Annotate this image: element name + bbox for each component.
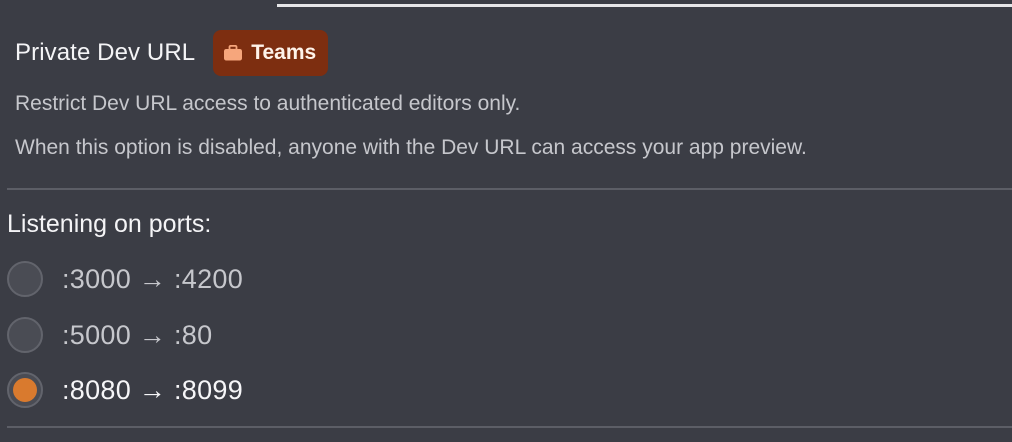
section-divider: [7, 188, 1012, 190]
private-dev-url-section: Private Dev URL Teams Restrict Dev URL a…: [15, 30, 1012, 158]
ports-heading: Listening on ports:: [7, 210, 212, 238]
teams-badge: Teams: [213, 30, 329, 76]
radio-selected-dot: [13, 378, 37, 402]
tab-strip: [0, 0, 1012, 7]
port-radio-button[interactable]: [7, 317, 43, 353]
section-divider-bottom: [7, 426, 1012, 428]
port-radio-button[interactable]: [7, 261, 43, 297]
port-mapping-label: :3000 → :4200: [62, 263, 244, 294]
port-option-5000[interactable]: :5000 → :80: [7, 315, 212, 355]
private-dev-url-note: When this option is disabled, anyone wit…: [15, 136, 807, 159]
private-dev-url-title: Private Dev URL: [15, 39, 196, 66]
private-dev-url-description: Restrict Dev URL access to authenticated…: [15, 92, 521, 115]
port-option-3000[interactable]: :3000 → :4200: [7, 259, 243, 299]
teams-badge-label: Teams: [251, 41, 317, 64]
port-mapping-label: :8080 → :8099: [62, 374, 244, 405]
active-tab-indicator: [277, 4, 1012, 7]
port-radio-button-selected[interactable]: [7, 372, 43, 408]
port-option-8080[interactable]: :8080 → :8099: [7, 370, 243, 410]
title-row: Private Dev URL Teams: [15, 30, 1012, 76]
briefcase-icon: [224, 45, 243, 61]
port-mapping-label: :5000 → :80: [62, 319, 213, 350]
